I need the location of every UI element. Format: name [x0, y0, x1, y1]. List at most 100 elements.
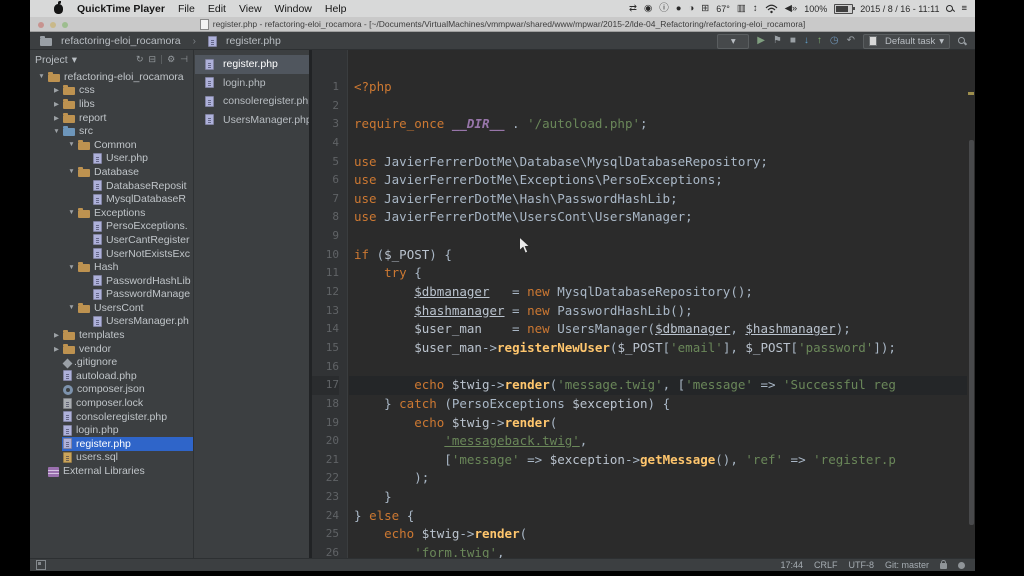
swap-status-icon[interactable]: ⇄ [629, 4, 637, 14]
tree-item-mysqldatabaser[interactable]: MysqlDatabaseR [30, 192, 193, 206]
tree-expanded-arrow-icon[interactable]: ▼ [66, 168, 77, 175]
code-line-24[interactable]: } else { [349, 507, 967, 526]
code-line-21[interactable]: ['message' => $exception->getMessage(), … [349, 451, 967, 470]
tree-collapsed-arrow-icon[interactable]: ▶ [51, 100, 62, 108]
breadcrumb-project[interactable]: refactoring-eloi_rocamora [40, 35, 181, 47]
tree-item-common[interactable]: ▼Common [30, 138, 193, 152]
menu-view[interactable]: View [239, 3, 262, 15]
tree-collapsed-arrow-icon[interactable]: ▶ [51, 345, 62, 353]
tree-item-composer-json[interactable]: composer.json [30, 383, 193, 397]
code-line-16[interactable] [349, 358, 967, 377]
code-line-22[interactable]: ); [349, 469, 967, 488]
menu-help[interactable]: Help [325, 3, 347, 15]
vcs-update-icon[interactable]: ↓ [804, 36, 809, 46]
menu-edit[interactable]: Edit [208, 3, 226, 15]
tree-item-usernotexistsexc[interactable]: UserNotExistsExc [30, 247, 193, 261]
code-line-7[interactable]: use JavierFerrerDotMe\Hash\PasswordHashL… [349, 190, 967, 209]
volume-icon[interactable]: ◀» [785, 4, 798, 14]
search-icon[interactable] [958, 37, 967, 46]
zoom-window-button[interactable] [62, 22, 68, 28]
code-line-19[interactable]: echo $twig->render( [349, 414, 967, 433]
half-circle-status-icon[interactable]: ◑ [689, 4, 695, 14]
editor-tab-consoleregister-php[interactable]: consoleregister.php [195, 92, 309, 111]
refresh-icon[interactable]: ↻ [136, 54, 144, 65]
code-line-25[interactable]: echo $twig->render( [349, 525, 967, 544]
tree-item-report[interactable]: ▶report [30, 111, 193, 125]
battery-icon[interactable] [834, 4, 853, 14]
code-line-26[interactable]: 'form.twig', [349, 544, 967, 558]
editor-code-area[interactable]: <?phprequire_once __DIR__ . '/autoload.p… [349, 50, 967, 558]
project-view-chevron-icon[interactable]: ▾ [72, 54, 77, 66]
tree-item-external-libraries[interactable]: External Libraries [30, 464, 193, 478]
chart-status-icon[interactable]: ▥ [737, 4, 746, 14]
tree-expanded-arrow-icon[interactable]: ▼ [66, 304, 77, 311]
menu-bar-datetime[interactable]: 2015 / 8 / 16 - 11:11 [860, 4, 939, 14]
code-line-5[interactable]: use JavierFerrerDotMe\Database\MysqlData… [349, 153, 967, 172]
run-configuration-combo[interactable]: ▾ [717, 34, 749, 49]
tree-item-autoload-php[interactable]: autoload.php [30, 369, 193, 383]
code-line-12[interactable]: $dbmanager = new MysqlDatabaseRepository… [349, 283, 967, 302]
tree-collapsed-arrow-icon[interactable]: ▶ [51, 331, 62, 339]
target-status-icon[interactable]: ◉ [644, 4, 652, 14]
network-meter-icon[interactable]: ↕ [753, 4, 758, 14]
tree-item-gitignore[interactable]: .gitignore [30, 355, 193, 369]
tree-collapsed-arrow-icon[interactable]: ▶ [51, 114, 62, 122]
editor-tab-usersmanager-php[interactable]: UsersManager.php [195, 111, 309, 130]
task-combo[interactable]: Default task ▾ [863, 34, 950, 49]
dot-status-icon[interactable]: ● [676, 4, 682, 14]
collapse-all-icon[interactable]: ⊟ [149, 54, 157, 65]
project-tree[interactable]: ▼refactoring-eloi_rocamora▶css▶libs▶repo… [30, 70, 193, 558]
tree-item-passwordhashlib[interactable]: PasswordHashLib [30, 274, 193, 288]
code-editor[interactable]: 1234567891011121314151617181920212223242… [312, 50, 975, 558]
code-line-15[interactable]: $user_man->registerNewUser($_POST['email… [349, 339, 967, 358]
editor-tab-login-php[interactable]: login.php [195, 74, 309, 93]
code-line-23[interactable]: } [349, 488, 967, 507]
undo-icon[interactable]: ↶ [847, 36, 855, 46]
hide-panel-icon[interactable]: ⊣ [180, 54, 188, 65]
tree-expanded-arrow-icon[interactable]: ▼ [51, 128, 62, 135]
spotlight-icon[interactable] [946, 5, 954, 13]
tree-item-hash[interactable]: ▼Hash [30, 260, 193, 274]
tree-item-passwordmanage[interactable]: PasswordManage [30, 288, 193, 302]
wifi-icon[interactable] [765, 4, 778, 14]
toolwindow-toggle-icon[interactable] [36, 560, 46, 570]
error-stripe-mark[interactable] [968, 92, 974, 95]
tree-item-exceptions[interactable]: ▼Exceptions [30, 206, 193, 220]
vcs-commit-icon[interactable]: ↑ [817, 36, 822, 46]
code-line-4[interactable] [349, 134, 967, 153]
code-line-17[interactable]: echo $twig->render('message.twig', ['mes… [349, 376, 967, 395]
info-status-icon[interactable]: ⓘ [659, 4, 669, 14]
tree-item-css[interactable]: ▶css [30, 84, 193, 98]
tree-expanded-arrow-icon[interactable]: ▼ [66, 141, 77, 148]
tree-collapsed-arrow-icon[interactable]: ▶ [51, 86, 62, 94]
temperature-status[interactable]: 67° [716, 4, 730, 14]
code-line-11[interactable]: try { [349, 264, 967, 283]
line-ending-widget[interactable]: CRLF [814, 560, 838, 570]
stop-icon[interactable]: ■ [790, 36, 796, 46]
tree-expanded-arrow-icon[interactable]: ▼ [66, 264, 77, 271]
code-line-2[interactable] [349, 97, 967, 116]
code-line-14[interactable]: $user_man = new UsersManager($dbmanager,… [349, 320, 967, 339]
window-title-bar[interactable]: register.php - refactoring-eloi_rocamora… [30, 17, 975, 32]
tree-item-register-php[interactable]: register.php [30, 437, 193, 451]
highlighting-level-icon[interactable] [958, 562, 965, 569]
tree-item-refactoring-eloi-rocamora[interactable]: ▼refactoring-eloi_rocamora [30, 70, 193, 84]
breadcrumb-file[interactable]: register.php [208, 35, 281, 47]
vcs-branch-widget[interactable]: Git: master [885, 560, 929, 570]
code-line-1[interactable]: <?php [349, 78, 967, 97]
editor-tab-register-php[interactable]: register.php [195, 55, 309, 74]
tree-item-usercantregister[interactable]: UserCantRegister [30, 233, 193, 247]
editor-scrollbar[interactable] [969, 140, 974, 525]
code-line-8[interactable]: use JavierFerrerDotMe\UsersCont\UsersMan… [349, 208, 967, 227]
tree-item-user-php[interactable]: User.php [30, 152, 193, 166]
gear-icon[interactable]: ⚙ [167, 54, 175, 65]
tree-item-consoleregister-php[interactable]: consoleregister.php [30, 410, 193, 424]
menu-window[interactable]: Window [275, 3, 312, 15]
close-window-button[interactable] [38, 22, 44, 28]
code-line-13[interactable]: $hashmanager = new PasswordHashLib(); [349, 302, 967, 321]
lock-icon[interactable] [940, 563, 947, 569]
code-line-10[interactable]: if ($_POST) { [349, 246, 967, 265]
tree-item-users-sql[interactable]: users.sql [30, 451, 193, 465]
minimize-window-button[interactable] [50, 22, 56, 28]
grid-status-icon[interactable]: ⊞ [701, 4, 709, 14]
